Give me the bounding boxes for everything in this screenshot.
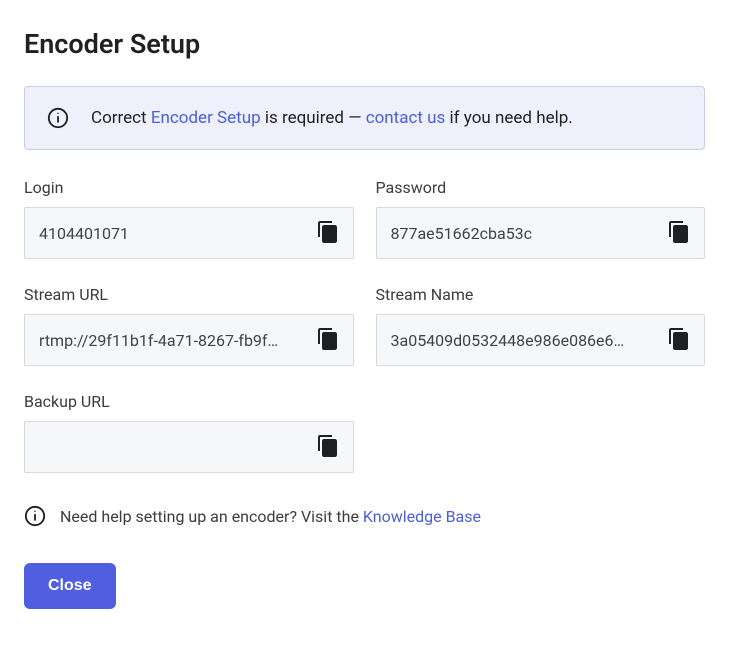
copy-password-button[interactable] (664, 218, 694, 248)
copy-stream-name-button[interactable] (664, 325, 694, 355)
page-title: Encoder Setup (24, 28, 705, 60)
copy-stream-url-button[interactable] (313, 325, 343, 355)
copy-backup-url-button[interactable] (313, 432, 343, 462)
alert-text: Correct Encoder Setup is required — cont… (91, 108, 573, 128)
copy-icon (667, 327, 691, 354)
contact-us-link[interactable]: contact us (366, 108, 446, 128)
password-label: Password (376, 178, 706, 197)
encoder-setup-link[interactable]: Encoder Setup (151, 108, 261, 128)
copy-login-button[interactable] (313, 218, 343, 248)
stream-url-field: Stream URL rtmp://29f11b1f-4a71-8267-fb9… (24, 285, 354, 366)
copy-icon (316, 220, 340, 247)
login-value: 4104401071 (39, 224, 313, 243)
alert-box: Correct Encoder Setup is required — cont… (24, 86, 705, 150)
info-icon (24, 505, 46, 527)
fields-grid: Login 4104401071 Password 877ae51662cba5… (24, 178, 705, 473)
stream-name-value: 3a05409d0532448e986e086e6… (391, 331, 665, 350)
alert-suffix: if you need help. (445, 108, 572, 128)
copy-icon (316, 434, 340, 461)
alert-prefix: Correct (91, 108, 151, 128)
stream-name-box: 3a05409d0532448e986e086e6… (376, 314, 706, 366)
help-prefix: Need help setting up an encoder? Visit t… (60, 507, 363, 526)
login-field: Login 4104401071 (24, 178, 354, 259)
help-text: Need help setting up an encoder? Visit t… (60, 507, 481, 526)
password-value: 877ae51662cba53c (391, 224, 665, 243)
knowledge-base-link[interactable]: Knowledge Base (363, 507, 481, 526)
stream-url-box: rtmp://29f11b1f-4a71-8267-fb9f… (24, 314, 354, 366)
info-icon (47, 107, 69, 129)
backup-url-field: Backup URL (24, 392, 354, 473)
alert-middle: is required — (261, 108, 366, 128)
stream-name-label: Stream Name (376, 285, 706, 304)
backup-url-label: Backup URL (24, 392, 354, 411)
backup-url-box (24, 421, 354, 473)
copy-icon (316, 327, 340, 354)
stream-url-label: Stream URL (24, 285, 354, 304)
password-box: 877ae51662cba53c (376, 207, 706, 259)
password-field: Password 877ae51662cba53c (376, 178, 706, 259)
copy-icon (667, 220, 691, 247)
login-label: Login (24, 178, 354, 197)
close-button[interactable]: Close (24, 563, 116, 609)
stream-url-value: rtmp://29f11b1f-4a71-8267-fb9f… (39, 331, 313, 350)
login-box: 4104401071 (24, 207, 354, 259)
stream-name-field: Stream Name 3a05409d0532448e986e086e6… (376, 285, 706, 366)
help-row: Need help setting up an encoder? Visit t… (24, 505, 705, 527)
